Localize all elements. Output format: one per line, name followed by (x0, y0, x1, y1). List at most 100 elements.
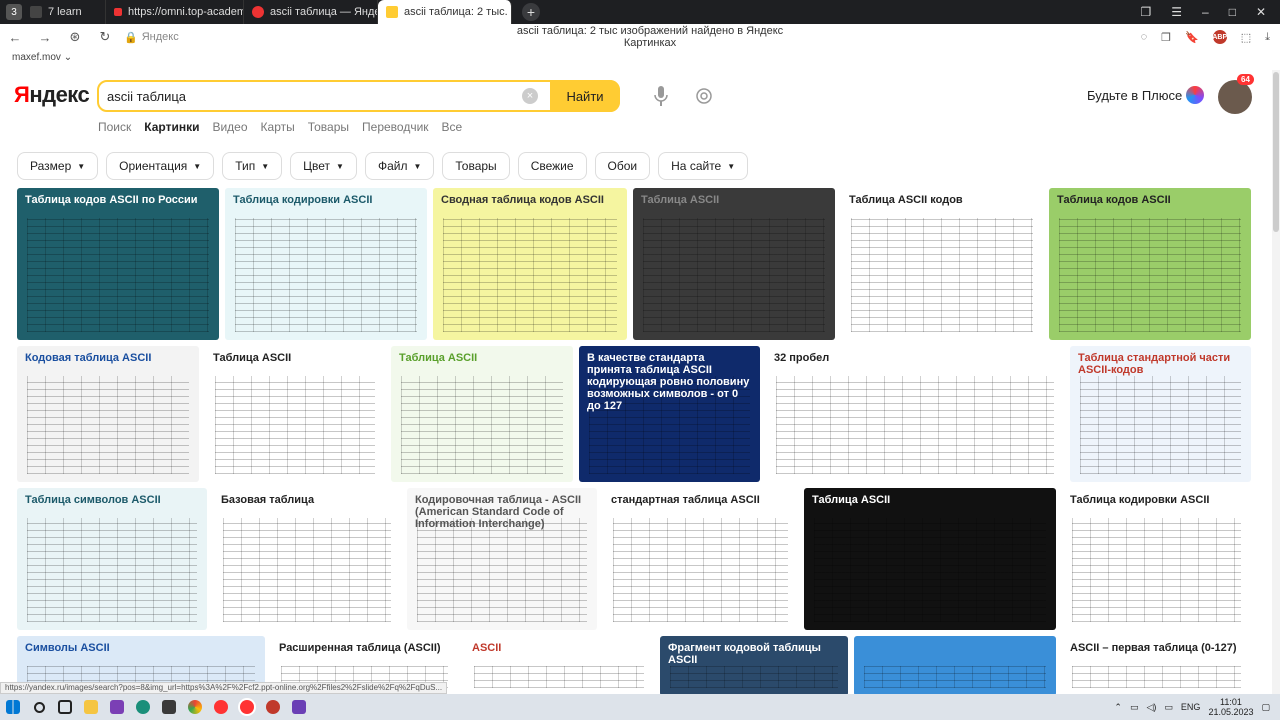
service-video[interactable]: Видео (212, 120, 247, 134)
browser-tab-omni[interactable]: https://omni.top-academy. (106, 0, 244, 24)
image-result[interactable]: ASCII (464, 636, 654, 696)
filter-color[interactable]: Цвет ▼ (290, 152, 357, 180)
plus-link[interactable]: Будьте в Плюсе (1087, 88, 1182, 103)
back-icon[interactable]: ← (0, 30, 30, 45)
image-result[interactable] (854, 636, 1056, 696)
search-input[interactable] (99, 88, 519, 104)
chevron-up-icon[interactable]: ⌃ (1114, 702, 1122, 713)
image-result[interactable]: Кодовая таблица ASCII (17, 346, 199, 482)
image-result[interactable]: стандартная таблица ASCII (603, 488, 798, 630)
microphone-icon[interactable] (654, 86, 668, 106)
reader-icon[interactable]: ◌ (1141, 31, 1148, 43)
browser-tab-yandex-images[interactable]: ascii таблица: 2 тыс. изо × (378, 0, 512, 24)
reload-icon[interactable]: ↻ (90, 29, 120, 45)
image-result[interactable]: Таблица кодировки ASCII (1062, 488, 1251, 630)
image-result[interactable]: Кодировочная таблица - ASCII (American S… (407, 488, 597, 630)
network-icon[interactable]: ▭ (1130, 702, 1139, 713)
page-title[interactable]: ascii таблица: 2 тыс изображений найдено… (500, 25, 800, 49)
new-tab-button[interactable]: + (522, 3, 540, 21)
image-result[interactable]: Таблица символов ASCII (17, 488, 207, 630)
plus-icon[interactable] (1186, 86, 1204, 104)
image-result[interactable]: Фрагмент кодовой таблицы ASCII (660, 636, 848, 696)
image-result[interactable]: Таблица ASCII (804, 488, 1056, 630)
image-result[interactable]: Таблица кодов ASCII (1049, 188, 1251, 340)
page-scrollbar[interactable] (1272, 70, 1280, 694)
notifications-icon[interactable]: ▢ (1261, 702, 1270, 713)
explorer-icon[interactable] (78, 694, 104, 720)
close-window-icon[interactable]: ✕ (1256, 5, 1266, 19)
language-indicator[interactable]: ENG (1181, 702, 1201, 712)
windows-taskbar: ⌃ ▭ ◁) ▭ ENG 11:01 21.05.2023 ▢ (0, 694, 1280, 720)
filter-fresh[interactable]: Свежие (517, 152, 587, 180)
image-result[interactable]: В качестве стандарта принята таблица ASC… (579, 346, 760, 482)
service-images[interactable]: Картинки (144, 120, 199, 134)
site-pill[interactable]: 🔒 Яндекс (124, 31, 179, 44)
image-result[interactable]: Таблица ASCII (633, 188, 835, 340)
camera-search-icon[interactable] (695, 87, 713, 105)
service-search[interactable]: Поиск (98, 120, 131, 134)
table-preview (864, 666, 1046, 688)
scrollbar-thumb[interactable] (1273, 72, 1279, 232)
menu-icon[interactable]: ☰ (1171, 5, 1182, 19)
table-preview (613, 518, 788, 622)
forward-icon[interactable]: → (30, 30, 60, 45)
image-result[interactable]: Базовая таблица (213, 488, 401, 630)
download-icon[interactable]: ⤓ (1265, 31, 1270, 44)
task-view-icon[interactable] (52, 694, 78, 720)
yandex-icon[interactable] (208, 694, 234, 720)
filter-products[interactable]: Товары (442, 152, 510, 180)
image-result[interactable]: ASCII – первая таблица (0-127) (1062, 636, 1251, 696)
image-result[interactable]: Таблица кодов ASCII по России (17, 188, 219, 340)
filter-orientation[interactable]: Ориентация ▼ (106, 152, 215, 180)
search-icon[interactable] (26, 694, 52, 720)
filter-size[interactable]: Размер ▼ (17, 152, 99, 180)
image-result[interactable]: Таблица стандартной части ASCII-кодов (1070, 346, 1251, 482)
bookmark-icon[interactable]: 🔖 (1185, 31, 1199, 44)
image-result[interactable]: Таблица ASCII (391, 346, 573, 482)
image-result[interactable]: Таблица ASCII кодов (841, 188, 1043, 340)
edge-icon[interactable] (130, 694, 156, 720)
service-all[interactable]: Все (442, 120, 463, 134)
service-maps[interactable]: Карты (261, 120, 295, 134)
clock[interactable]: 11:01 21.05.2023 (1208, 697, 1253, 717)
copy-icon[interactable]: ❐ (1161, 31, 1171, 44)
start-icon[interactable] (0, 694, 26, 720)
image-result[interactable]: Таблица кодировки ASCII (225, 188, 427, 340)
chrome-icon[interactable] (182, 694, 208, 720)
opera-icon[interactable] (260, 694, 286, 720)
filter-wallpapers[interactable]: Обои (594, 152, 651, 180)
extensions-icon[interactable]: ⬚ (1241, 31, 1251, 44)
visual-studio-icon[interactable] (104, 694, 130, 720)
service-products[interactable]: Товары (308, 120, 349, 134)
find-button[interactable]: Найти (550, 80, 620, 112)
adblock-icon[interactable]: ABP (1212, 30, 1227, 44)
table-preview (215, 376, 375, 474)
address-bar: ← → ⊛ ↻ 🔒 Яндекс ascii таблица: 2 тыс из… (0, 24, 1280, 50)
minimize-icon[interactable]: – (1202, 5, 1209, 19)
yandex-browser-icon[interactable] (234, 694, 260, 720)
table-preview (1072, 518, 1241, 622)
clear-search-icon[interactable]: × (522, 88, 538, 104)
browser-tab-learn[interactable]: 7 learn (22, 0, 106, 24)
protect-icon[interactable]: ⊛ (60, 29, 90, 45)
image-result[interactable]: Таблица ASCII (205, 346, 385, 482)
service-translate[interactable]: Переводчик (362, 120, 429, 134)
image-result[interactable]: Сводная таблица кодов ASCII (433, 188, 627, 340)
image-caption: Символы ASCII (25, 642, 110, 654)
yandex-logo[interactable]: Яндекс (14, 82, 90, 108)
image-result[interactable]: 32 пробел (766, 346, 1064, 482)
filter-type[interactable]: Тип ▼ (222, 152, 283, 180)
bookmarks-icon[interactable]: ❐ (1140, 5, 1151, 19)
tab-count-badge[interactable]: 3 (6, 4, 22, 20)
store-icon[interactable] (156, 694, 182, 720)
battery-icon[interactable]: ▭ (1164, 702, 1173, 713)
filter-file[interactable]: Файл ▼ (364, 152, 435, 180)
browser-tab-yandex-search[interactable]: ascii таблица — Яндекс: (244, 0, 378, 24)
volume-icon[interactable]: ◁) (1146, 702, 1156, 713)
avatar[interactable] (1218, 80, 1252, 114)
maximize-icon[interactable]: □ (1229, 5, 1236, 19)
visual-studio-code-icon[interactable] (286, 694, 312, 720)
table-preview (851, 218, 1033, 332)
user-login-dropdown[interactable]: maxef.mov ⌄ (12, 52, 72, 63)
filter-on-site[interactable]: На сайте ▼ (658, 152, 749, 180)
